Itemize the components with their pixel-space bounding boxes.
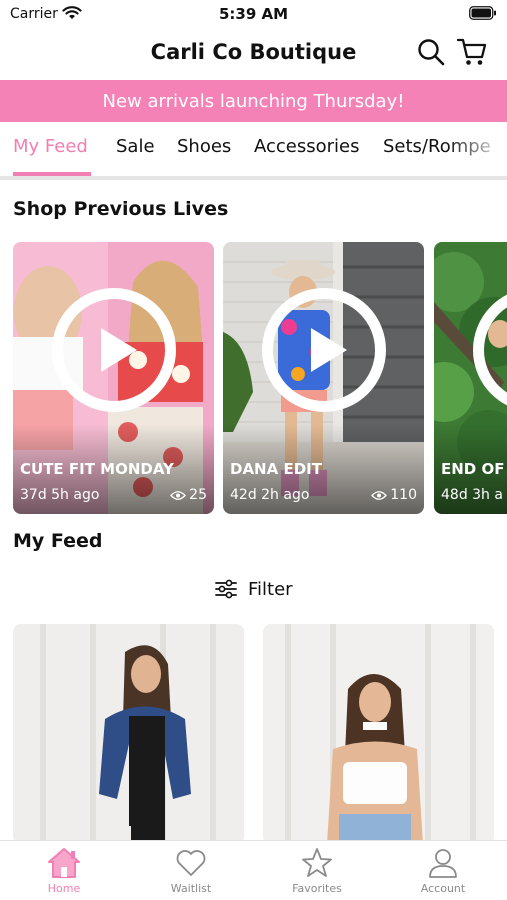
tab-fade xyxy=(447,122,507,176)
lives-carousel[interactable]: CUTE FIT MONDAY 37d 5h ago 25 DANA EDIT … xyxy=(0,242,507,516)
product-image xyxy=(13,624,244,844)
tab-accessories[interactable]: Accessories xyxy=(254,136,360,157)
home-icon xyxy=(48,848,80,878)
star-icon xyxy=(302,848,332,877)
tab-shoes[interactable]: Shoes xyxy=(177,136,231,157)
banner-text: New arrivals launching Thursday! xyxy=(102,90,405,112)
live-title: CUTE FIT MONDAY xyxy=(20,460,174,478)
status-time: 5:39 AM xyxy=(218,5,289,23)
eye-icon xyxy=(371,490,388,500)
live-views-count: 110 xyxy=(390,487,417,503)
live-views-count: 25 xyxy=(189,487,207,503)
live-card[interactable]: END OF 48d 3h a xyxy=(434,242,507,514)
play-triangle-icon xyxy=(311,328,347,372)
live-title: DANA EDIT xyxy=(230,460,322,478)
nav-favorites-label: Favorites xyxy=(292,882,342,895)
app-header: Carli Co Boutique xyxy=(0,28,507,78)
live-time-ago: 48d 3h a xyxy=(441,487,503,503)
filter-button[interactable]: Filter xyxy=(214,576,293,602)
live-views: 25 xyxy=(170,487,207,503)
category-tabs: My Feed Sale Shoes Accessories Sets/Romp… xyxy=(0,122,507,180)
live-time-ago: 42d 2h ago xyxy=(230,487,310,503)
promo-banner[interactable]: New arrivals launching Thursday! xyxy=(0,80,507,122)
nav-favorites[interactable]: Favorites xyxy=(262,847,372,895)
nav-home-label: Home xyxy=(47,882,81,895)
product-card[interactable] xyxy=(13,624,244,844)
eye-icon xyxy=(170,490,187,500)
play-triangle-icon xyxy=(101,328,137,372)
product-image xyxy=(263,624,494,844)
live-card[interactable]: CUTE FIT MONDAY 37d 5h ago 25 xyxy=(13,242,214,514)
nav-account[interactable]: Account xyxy=(388,847,498,895)
account-icon xyxy=(429,849,457,878)
battery-icon xyxy=(469,6,496,20)
live-time-ago: 37d 5h ago xyxy=(20,487,100,503)
feed-section-title: My Feed xyxy=(13,530,103,552)
filter-label: Filter xyxy=(248,578,293,600)
cart-icon[interactable] xyxy=(456,36,488,68)
tab-sale[interactable]: Sale xyxy=(116,136,155,157)
nav-waitlist[interactable]: Waitlist xyxy=(136,847,246,895)
nav-account-label: Account xyxy=(420,882,466,895)
live-views: 110 xyxy=(371,487,417,503)
live-title: END OF xyxy=(441,460,505,478)
bottom-nav: Home Waitlist Favorites Account xyxy=(0,840,507,900)
active-tab-indicator xyxy=(13,172,91,176)
search-icon[interactable] xyxy=(416,37,446,67)
filter-sliders-icon xyxy=(215,579,237,599)
live-card[interactable]: DANA EDIT 42d 2h ago 110 xyxy=(223,242,424,514)
product-card[interactable] xyxy=(263,624,494,844)
lives-section-title: Shop Previous Lives xyxy=(13,198,229,220)
heart-icon xyxy=(176,850,206,876)
tab-my-feed[interactable]: My Feed xyxy=(13,136,88,157)
nav-home[interactable]: Home xyxy=(9,847,119,895)
nav-waitlist-label: Waitlist xyxy=(170,882,212,895)
status-bar: Carrier 5:39 AM xyxy=(0,0,507,28)
